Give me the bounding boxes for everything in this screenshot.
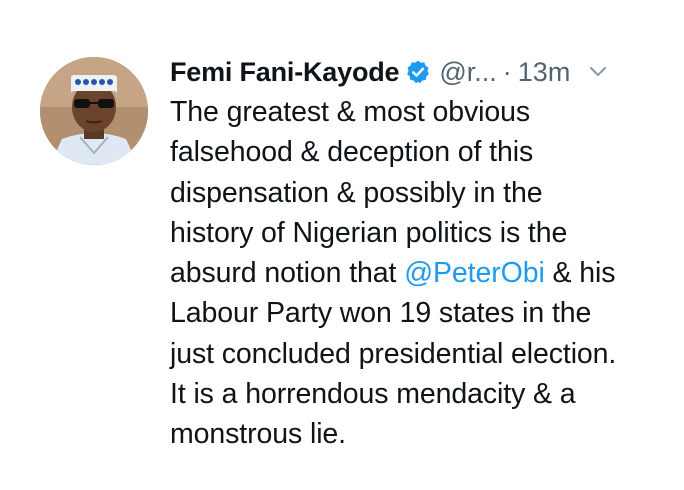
tweet-text-line: Labour Party won 19 states in the xyxy=(170,297,592,330)
verified-badge-icon xyxy=(405,59,431,85)
tweet-header: Femi Fani-Kayode @r... · 13m xyxy=(170,52,650,92)
tweet-text: The greatest & most obvious falsehood & … xyxy=(170,92,660,455)
author-avatar[interactable] xyxy=(40,57,148,165)
tweet-text-line: monstrous lie. xyxy=(170,418,347,451)
tweet-text-line: dispensation & possibly in the xyxy=(170,176,543,209)
tweet-text-line: history of Nigerian politics is the xyxy=(170,216,568,249)
tweet-card[interactable]: Femi Fani-Kayode @r... · 13m The greates… xyxy=(0,0,684,490)
author-handle[interactable]: @r... xyxy=(439,57,496,88)
separator-dot: · xyxy=(502,56,512,87)
tweet-text-line: just concluded presidential election. xyxy=(170,337,617,370)
mention-link[interactable]: @PeterObi xyxy=(404,257,545,289)
chevron-down-icon[interactable] xyxy=(588,65,608,79)
avatar-photo xyxy=(40,57,148,165)
tweet-text-segment: & his xyxy=(544,257,616,290)
tweet-timestamp[interactable]: 13m xyxy=(518,57,571,88)
author-name[interactable]: Femi Fani-Kayode xyxy=(170,57,400,88)
tweet-text-line: falsehood & deception of this xyxy=(170,136,534,169)
tweet-text-segment: absurd notion that xyxy=(170,257,405,290)
tweet-text-line: The greatest & most obvious xyxy=(170,96,531,128)
tweet-text-line: absurd notion that @PeterObi & his xyxy=(170,253,660,293)
tweet-text-line: It is a horrendous mendacity & a xyxy=(170,378,576,411)
